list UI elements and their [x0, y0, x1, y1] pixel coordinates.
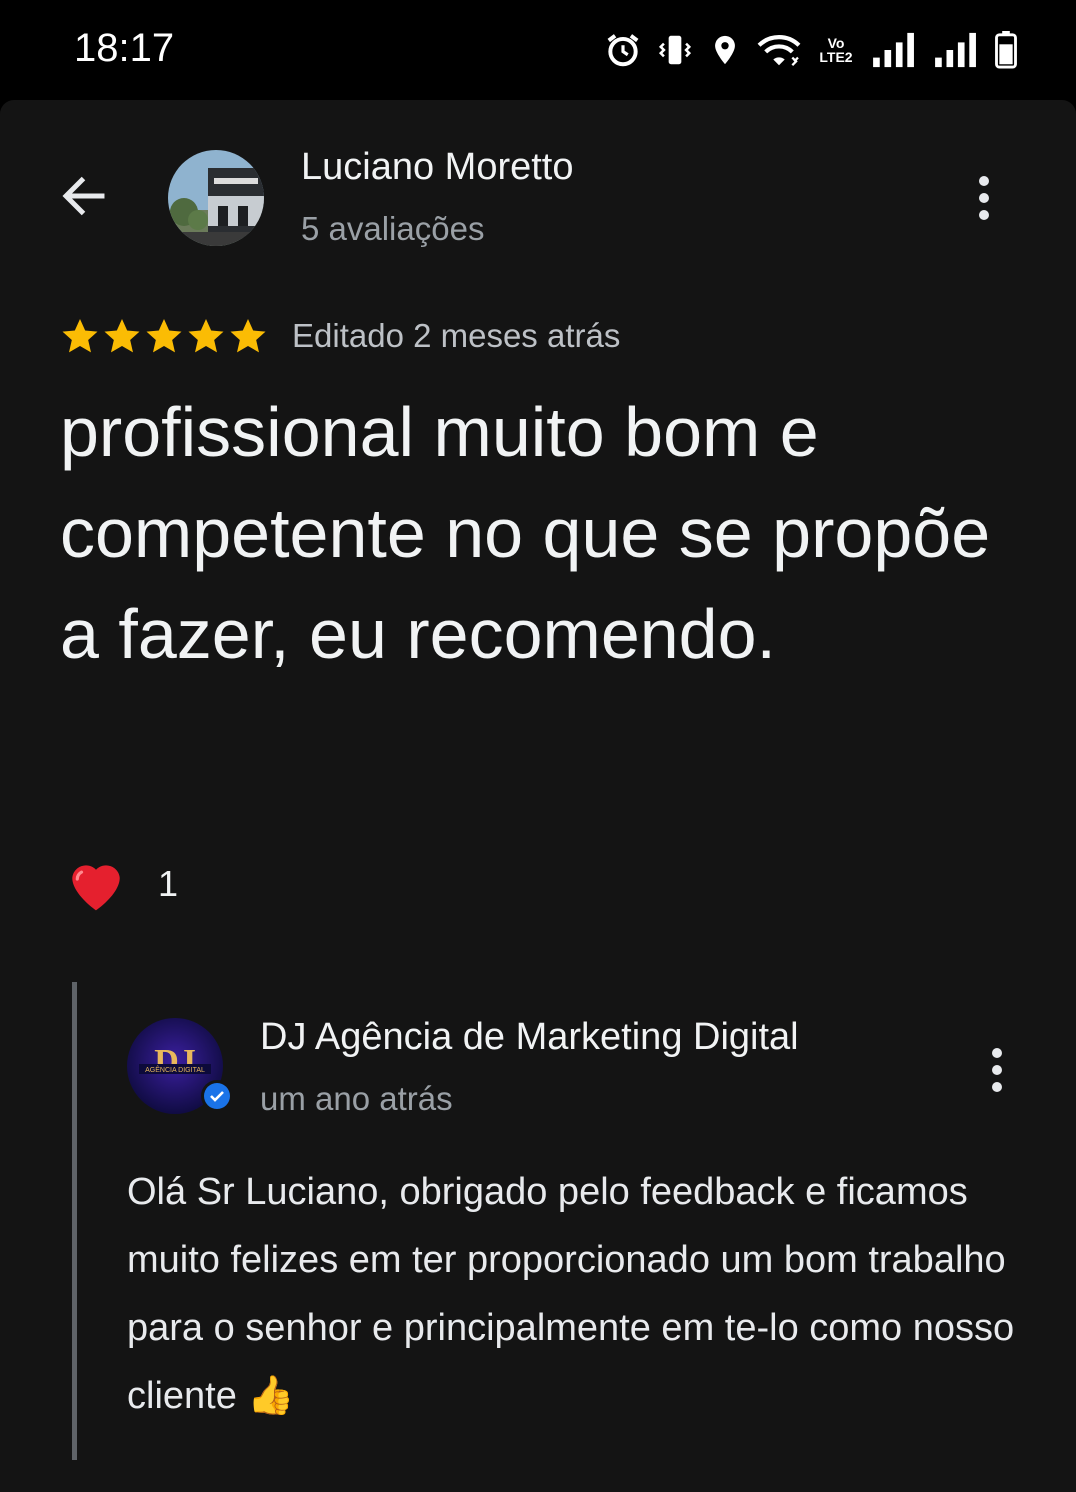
building-photo [168, 150, 264, 246]
star-icon [188, 319, 224, 353]
volte-icon: Vo LTE2 [819, 35, 853, 65]
heart-icon [72, 865, 120, 911]
star-icon [230, 319, 266, 353]
star-rating [60, 316, 268, 356]
signal-icon [873, 32, 914, 68]
reply-more-options-button[interactable] [973, 1040, 1021, 1100]
more-options-button[interactable] [960, 168, 1008, 228]
star-icon [62, 319, 98, 353]
star-icon [104, 319, 140, 353]
reply-text: Olá Sr Luciano, obrigado pelo feedback e… [127, 1171, 1015, 1417]
status-bar: 18:17 Vo LTE2 [0, 0, 1076, 100]
owner-logo: DJ AGÊNCIA DIGITAL [127, 1018, 233, 1114]
reaction-button[interactable]: 1 [64, 852, 178, 916]
signal-icon [935, 32, 976, 68]
battery-icon [995, 31, 1017, 69]
reaction-count: 1 [158, 863, 179, 904]
alarm-icon [607, 34, 639, 67]
star-icon [146, 319, 182, 353]
back-button[interactable] [54, 166, 114, 226]
reply-time: um ano atrás [260, 1080, 453, 1117]
owner-reply: DJ AGÊNCIA DIGITAL DJ Agência de Marketi… [72, 982, 1057, 1460]
owner-avatar[interactable]: DJ AGÊNCIA DIGITAL [127, 1018, 233, 1114]
status-icons: Vo LTE2 [604, 30, 1018, 70]
review-count: 5 avaliações [301, 210, 485, 247]
wifi-icon [757, 35, 801, 67]
arrow-back-icon [62, 176, 105, 216]
location-icon [715, 35, 735, 65]
owner-logo-caption: AGÊNCIA DIGITAL [145, 1065, 205, 1074]
owner-logo-initials: DJ [154, 1043, 196, 1080]
review-sheet: Luciano Moretto 5 avaliações Editado 2 m… [0, 100, 1076, 1492]
more-vert-icon [979, 176, 989, 220]
more-vert-icon [992, 1048, 1002, 1092]
reviewer-avatar[interactable] [168, 150, 264, 246]
reviewer-name[interactable]: Luciano Moretto [301, 146, 574, 189]
vibrate-icon [658, 35, 692, 65]
edited-time: Editado 2 meses atrás [292, 317, 621, 354]
status-time: 18:17 [74, 26, 175, 70]
verified-badge-icon [204, 1083, 230, 1109]
review-text: profissional muito bom e competente no q… [60, 393, 991, 673]
owner-name[interactable]: DJ Agência de Marketing Digital [260, 1016, 940, 1059]
rating-row: Editado 2 meses atrás [60, 312, 620, 360]
